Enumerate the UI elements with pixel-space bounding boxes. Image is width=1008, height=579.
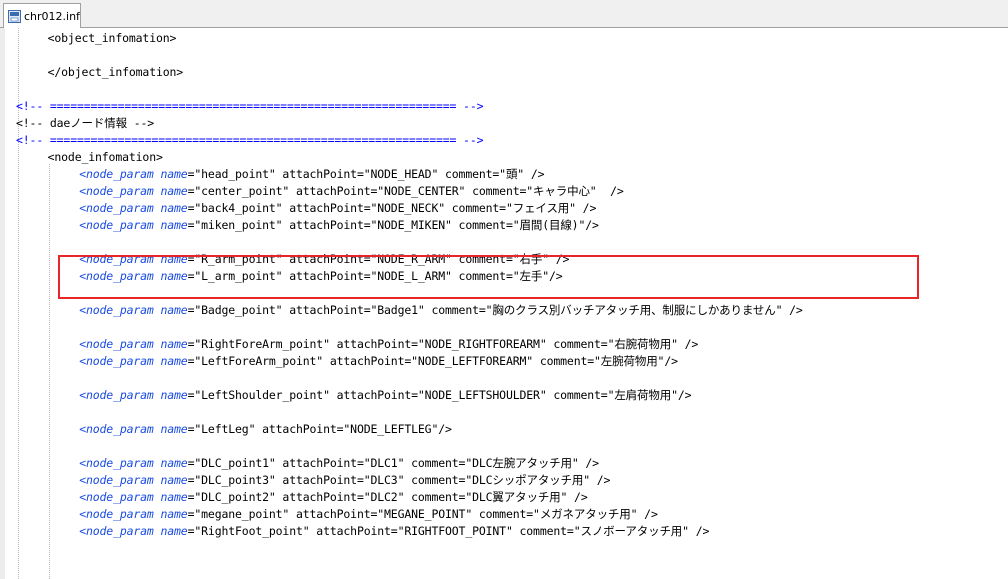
code-line: <node_param name="RightFoot_point" attac… xyxy=(79,524,710,538)
node-tag: <node_param xyxy=(79,354,154,368)
node-tag: <node_param xyxy=(79,490,154,504)
node-attrs: "DLC_point2" attachPoint="DLC2" comment=… xyxy=(194,490,588,504)
node-attr: name xyxy=(160,473,188,487)
code-line: <!-- ===================================… xyxy=(16,132,484,149)
comment-text: <!-- ===================================… xyxy=(16,133,484,147)
code-text: <node_infomation> xyxy=(47,150,163,164)
code-line: <!-- ===================================… xyxy=(16,98,484,115)
code-line: <node_param name="DLC_point3" attachPoin… xyxy=(79,473,611,487)
code-line: <node_param name="head_point" attachPoin… xyxy=(79,167,545,181)
node-tag: <node_param xyxy=(79,507,154,521)
node-attrs: "DLC_point1" attachPoint="DLC1" comment=… xyxy=(194,456,599,470)
file-tab[interactable]: chr012.inf xyxy=(3,3,81,28)
indent-guide xyxy=(49,164,50,579)
node-attr: name xyxy=(160,201,188,215)
comment-text: <!-- ===================================… xyxy=(16,99,484,113)
code-line: <node_param name="DLC_point2" attachPoin… xyxy=(79,490,588,504)
highlight-box xyxy=(58,255,919,299)
tab-title: chr012.inf xyxy=(24,9,80,23)
code-line: <!-- daeノード情報 --> xyxy=(16,115,154,132)
node-tag: <node_param xyxy=(79,388,154,402)
node-attrs: "LeftForeArm_point" attachPoint="NODE_LE… xyxy=(194,354,678,368)
node-attr: name xyxy=(160,507,188,521)
node-attr: name xyxy=(160,456,188,470)
code-line: <node_param name="miken_point" attachPoi… xyxy=(79,218,599,232)
code-line: <node_infomation> xyxy=(48,149,163,166)
code-line: <node_param name="back4_point" attachPoi… xyxy=(79,201,597,215)
editor-gutter xyxy=(0,28,5,579)
node-attr: name xyxy=(160,354,188,368)
node-attrs: "LeftLeg" attachPoint="NODE_LEFTLEG"/> xyxy=(194,422,452,436)
node-tag: <node_param xyxy=(79,201,154,215)
node-attr: name xyxy=(160,337,188,351)
node-attrs: "center_point" attachPoint="NODE_CENTER"… xyxy=(194,184,624,198)
node-tag: <node_param xyxy=(79,303,154,317)
node-tag: <node_param xyxy=(79,184,154,198)
node-tag: <node_param xyxy=(79,473,154,487)
code-text: </object_infomation> xyxy=(47,65,184,79)
code-line: <node_param name="LeftForeArm_point" att… xyxy=(79,354,678,368)
code-text: <object_infomation> xyxy=(47,31,177,45)
node-attrs: "RightForeArm_point" attachPoint="NODE_R… xyxy=(194,337,699,351)
node-tag: <node_param xyxy=(79,422,154,436)
tab-bar: chr012.inf xyxy=(0,0,1008,28)
node-attrs: "LeftShoulder_point" attachPoint="NODE_L… xyxy=(194,388,692,402)
node-tag: <node_param xyxy=(79,337,154,351)
node-attr: name xyxy=(160,184,188,198)
node-attr: name xyxy=(160,388,188,402)
node-attrs: "DLC_point3" attachPoint="DLC3" comment=… xyxy=(194,473,611,487)
code-editor[interactable]: <object_infomation> </object_infomation> <… xyxy=(0,28,1008,579)
node-attrs: "head_point" attachPoint="NODE_HEAD" com… xyxy=(194,167,545,181)
code-line: <node_param name="center_point" attachPo… xyxy=(79,184,624,198)
node-attr: name xyxy=(160,167,188,181)
node-attrs: "miken_point" attachPoint="NODE_MIKEN" c… xyxy=(194,218,599,232)
code-line: <node_param name="megane_point" attachPo… xyxy=(79,507,658,521)
node-tag: <node_param xyxy=(79,456,154,470)
code-line: <node_param name="DLC_point1" attachPoin… xyxy=(79,456,599,470)
node-tag: <node_param xyxy=(79,524,154,538)
code-line: <node_param name="LeftLeg" attachPoint="… xyxy=(79,422,452,436)
node-attrs: "back4_point" attachPoint="NODE_NECK" co… xyxy=(194,201,597,215)
code-line: </object_infomation> xyxy=(47,64,184,81)
node-attr: name xyxy=(160,218,188,232)
node-attr: name xyxy=(160,422,188,436)
code-line: <node_param name="Badge_point" attachPoi… xyxy=(79,303,803,317)
node-tag: <node_param xyxy=(79,218,154,232)
file-icon xyxy=(8,9,21,23)
code-line: <node_param name="LeftShoulder_point" at… xyxy=(79,388,692,402)
code-text: <!-- daeノード情報 --> xyxy=(16,116,155,130)
node-attr: name xyxy=(160,490,188,504)
node-attr: name xyxy=(160,303,188,317)
node-attrs: "RightFoot_point" attachPoint="RIGHTFOOT… xyxy=(194,524,710,538)
node-tag: <node_param xyxy=(79,167,154,181)
node-attr: name xyxy=(160,524,188,538)
node-attrs: "Badge_point" attachPoint="Badge1" comme… xyxy=(194,303,803,317)
code-line: <object_infomation> xyxy=(48,30,177,47)
code-line: <node_param name="RightForeArm_point" at… xyxy=(79,337,699,351)
node-attrs: "megane_point" attachPoint="MEGANE_POINT… xyxy=(194,507,658,521)
